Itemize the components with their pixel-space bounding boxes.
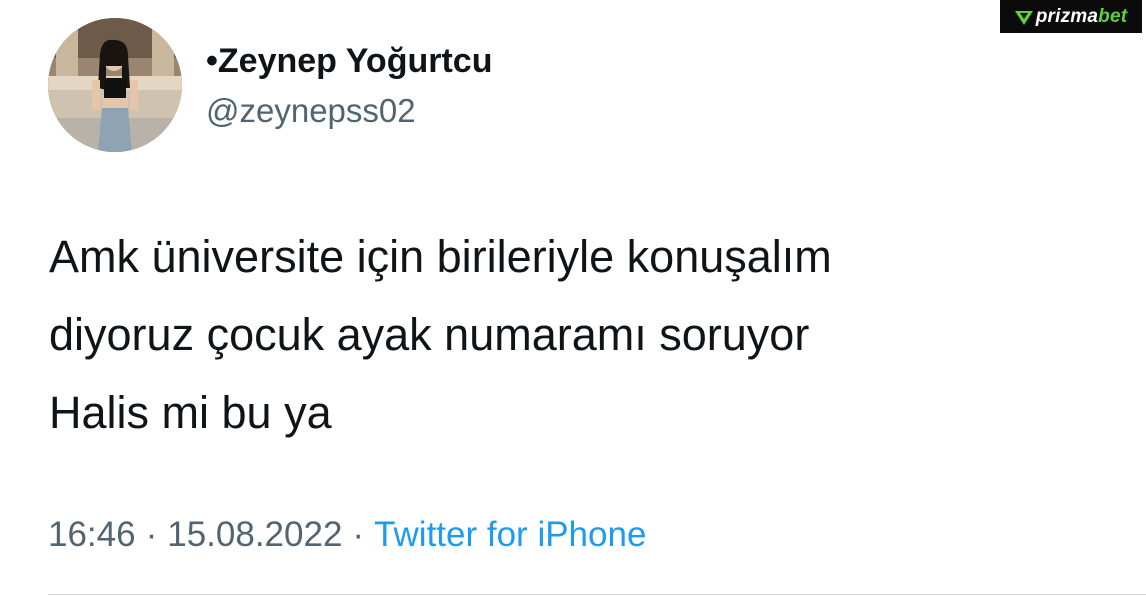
watermark-text-primary: prizma: [1035, 5, 1099, 27]
watermark-logo: prizma bet: [1000, 0, 1142, 33]
tweet-text-line: Halis mi bu ya: [49, 387, 332, 438]
meta-separator: ·: [145, 515, 158, 554]
meta-separator: ·: [352, 515, 365, 554]
avatar-image: [48, 18, 182, 152]
tweet-source-link[interactable]: Twitter for iPhone: [374, 515, 646, 554]
tweet-time[interactable]: 16:46: [48, 515, 136, 554]
divider: [48, 594, 1146, 595]
tweet-date[interactable]: 15.08.2022: [167, 515, 342, 554]
tweet-text-line: Amk üniversite için birileriyle konuşalı…: [49, 231, 832, 282]
tweet-meta: 16:46 · 15.08.2022 · Twitter for iPhone: [48, 515, 646, 555]
triangle-logo-icon: [1014, 10, 1033, 25]
watermark-text-accent: bet: [1098, 5, 1128, 27]
author-display-name[interactable]: •Zeynep Yoğurtcu: [206, 42, 492, 81]
profile-avatar[interactable]: [48, 18, 182, 152]
tweet-text-line: diyoruz çocuk ayak numaramı soruyor: [49, 309, 810, 360]
author-handle[interactable]: @zeynepss02: [206, 92, 416, 130]
tweet-screenshot: prizma bet •Zeynep Yoğurtcu @zeynepss02 A…: [0, 0, 1146, 597]
tweet-body: Amk üniversite için birileriyle konuşalı…: [49, 218, 1109, 452]
